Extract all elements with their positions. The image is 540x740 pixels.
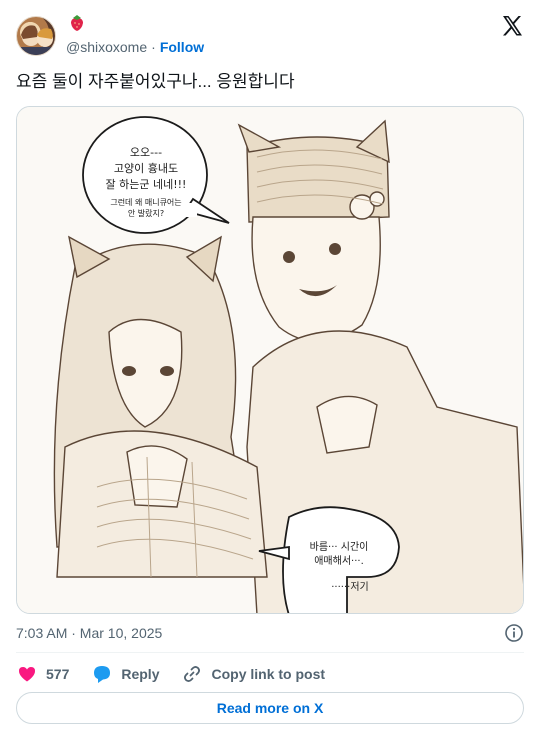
bubble-line: 오오--- bbox=[129, 146, 163, 159]
heart-icon bbox=[16, 663, 38, 685]
like-count: 577 bbox=[46, 666, 70, 682]
separator-dot: · bbox=[151, 39, 156, 55]
action-bar: 577 Reply Copy link to post bbox=[16, 660, 524, 688]
copy-link-label: Copy link to post bbox=[211, 666, 326, 682]
bubble-line: 고양이 흉내도 bbox=[113, 162, 179, 175]
bubble-line: 애매해서···. bbox=[314, 556, 364, 567]
like-button[interactable]: 577 bbox=[16, 663, 69, 685]
read-more-button[interactable]: Read more on X bbox=[16, 692, 524, 724]
avatar[interactable] bbox=[16, 16, 56, 56]
link-icon bbox=[181, 663, 203, 685]
bubble-line: 잘 하는군 네네!!! bbox=[105, 178, 187, 191]
embedded-post-card: @shixoxome · Follow 요즘 둘이 자주붙어있구나... 응원합… bbox=[0, 0, 540, 740]
post-text: 요즘 둘이 자주붙어있구나... 응원합니다 bbox=[16, 72, 295, 91]
post-timestamp[interactable]: 7:03 AM · Mar 10, 2025 bbox=[16, 625, 162, 641]
reply-label: Reply bbox=[121, 666, 160, 682]
copy-link-button[interactable]: Copy link to post bbox=[181, 663, 325, 685]
bubble-small-line: 그런데 왜 매니큐어는 bbox=[110, 198, 182, 207]
post-header: @shixoxome · Follow bbox=[16, 14, 524, 60]
bubble-line: ······저기 bbox=[331, 582, 369, 593]
speech-bubble-top: 오오--- 고양이 흉내도 잘 하는군 네네!!! 그런데 왜 매니큐어는 안 … bbox=[87, 145, 205, 219]
bubble-line: 바름··· 시간이 bbox=[309, 542, 369, 553]
user-handle[interactable]: @shixoxome bbox=[66, 39, 147, 55]
bubble-small-line: 안 발랐지? bbox=[127, 209, 165, 218]
follow-button[interactable]: Follow bbox=[160, 39, 204, 55]
x-logo-icon[interactable] bbox=[500, 14, 524, 38]
speech-bubble-bottom: 바름··· 시간이 애매해서···. ······저기 bbox=[289, 541, 389, 595]
strawberry-icon bbox=[68, 14, 88, 34]
post-image[interactable]: 오오--- 고양이 흉내도 잘 하는군 네네!!! 그런데 왜 매니큐어는 안 … bbox=[16, 106, 524, 614]
divider bbox=[16, 652, 524, 653]
reply-button[interactable]: Reply bbox=[91, 663, 159, 685]
handle-row: @shixoxome · Follow bbox=[66, 38, 204, 56]
timestamp-row: 7:03 AM · Mar 10, 2025 bbox=[16, 622, 524, 644]
reply-bubble-icon bbox=[91, 663, 113, 685]
info-icon[interactable] bbox=[504, 623, 524, 643]
